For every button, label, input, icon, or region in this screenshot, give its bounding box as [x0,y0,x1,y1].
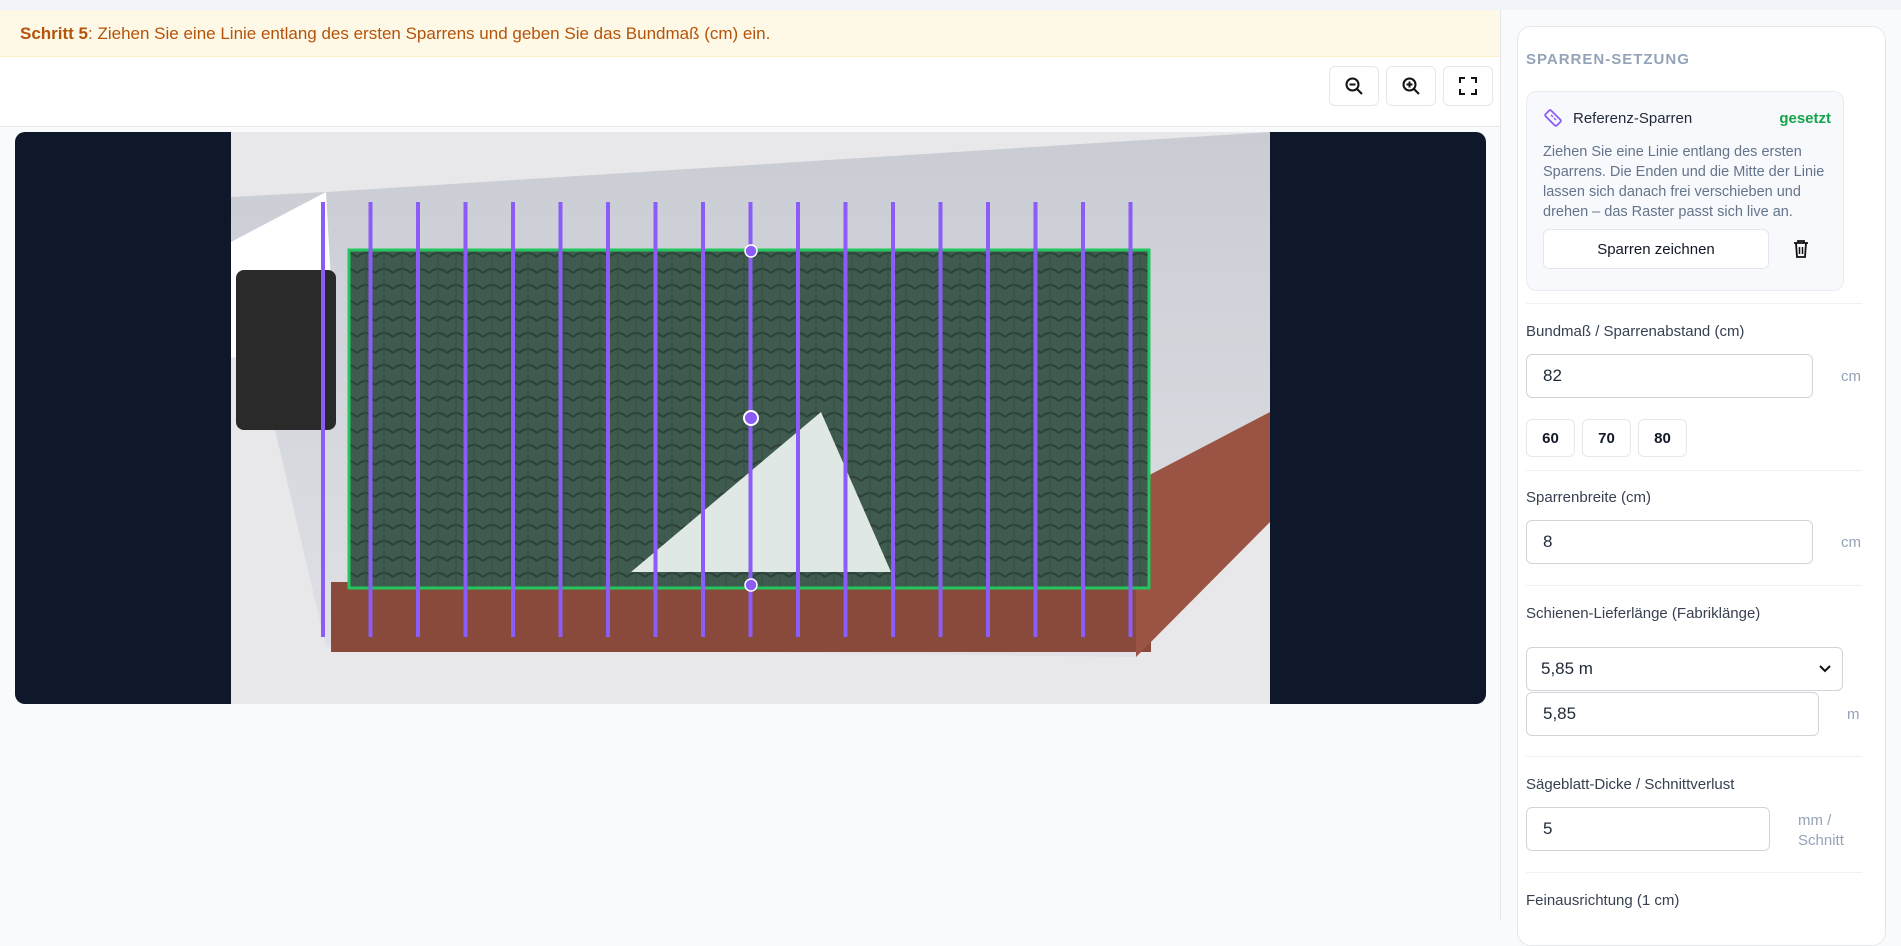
rail-length-label: Schienen-Lieferlänge (Fabriklänge) [1526,605,1761,622]
roof-photo [231,132,1270,704]
divider [1526,585,1862,586]
trash-icon [1794,240,1808,258]
brick-wall [331,582,1151,652]
divider [1526,303,1862,304]
reference-start-handle[interactable] [744,244,758,258]
spacing-preset-70[interactable]: 70 [1582,419,1631,457]
canvas-toolbar [0,57,1500,127]
reference-description: Ziehen Sie eine Linie entlang des ersten… [1543,144,1825,220]
draw-rafter-button[interactable]: Sparren zeichnen [1543,229,1769,269]
rail-length-select[interactable]: 5,85 m [1526,647,1843,691]
divider [1526,756,1862,757]
fullscreen-icon [1459,77,1477,95]
roof-photo-drawing [231,132,1270,657]
reference-mid-handle[interactable] [743,410,759,426]
saw-blade-unit: mm / Schnitt [1798,811,1844,851]
rafter-width-input[interactable]: 8 [1526,520,1813,564]
reference-rafter-card: Referenz-Sparren gesetzt Ziehen Sie eine… [1526,91,1844,291]
panel-title: SPARREN-SETZUNG [1526,51,1690,68]
ruler-icon [1544,109,1562,127]
spacing-label: Bundmaß / Sparrenabstand (cm) [1526,323,1745,340]
rail-length-unit: m [1847,706,1860,723]
sidebar: SPARREN-SETZUNG Referenz-Sparren gesetzt… [1500,10,1901,946]
delete-rafter-button[interactable] [1787,235,1815,263]
reference-title: Referenz-Sparren [1573,110,1693,127]
spacing-preset-80[interactable]: 80 [1638,419,1687,457]
saw-blade-unit-line1: mm / [1798,812,1832,829]
fullscreen-button[interactable] [1443,66,1493,106]
saw-blade-input[interactable]: 5 [1526,807,1770,851]
rafter-width-label: Sparrenbreite (cm) [1526,489,1652,506]
step-banner: Schritt 5: Ziehen Sie eine Linie entlang… [0,10,1500,57]
spacing-preset-60[interactable]: 60 [1526,419,1575,457]
photo-canvas[interactable] [15,132,1486,704]
spacing-unit: cm [1841,368,1861,385]
zoom-out-icon [1345,77,1363,95]
reference-end-handle[interactable] [744,578,758,592]
spacing-input[interactable]: 82 [1526,354,1813,398]
step-instruction: : Ziehen Sie eine Linie entlang des erst… [88,24,771,43]
rafter-width-unit: cm [1841,534,1861,551]
rail-length-input[interactable]: 5,85 [1526,692,1819,736]
divider [1526,872,1862,873]
chevron-down-icon [1819,665,1831,673]
saw-blade-label: Sägeblatt-Dicke / Schnittverlust [1526,776,1735,793]
reference-status-badge: gesetzt [1779,110,1831,127]
editor-area: Schritt 5: Ziehen Sie eine Linie entlang… [0,10,1500,920]
zoom-in-icon [1402,77,1420,95]
zoom-in-button[interactable] [1386,66,1436,106]
rail-length-selected: 5,85 m [1541,659,1593,678]
step-label: Schritt 5 [20,24,89,43]
fine-adjust-label: Feinausrichtung (1 cm) [1526,892,1680,909]
zoom-out-button[interactable] [1329,66,1379,106]
saw-blade-unit-line2: Schnitt [1798,832,1844,849]
divider [1526,470,1862,471]
